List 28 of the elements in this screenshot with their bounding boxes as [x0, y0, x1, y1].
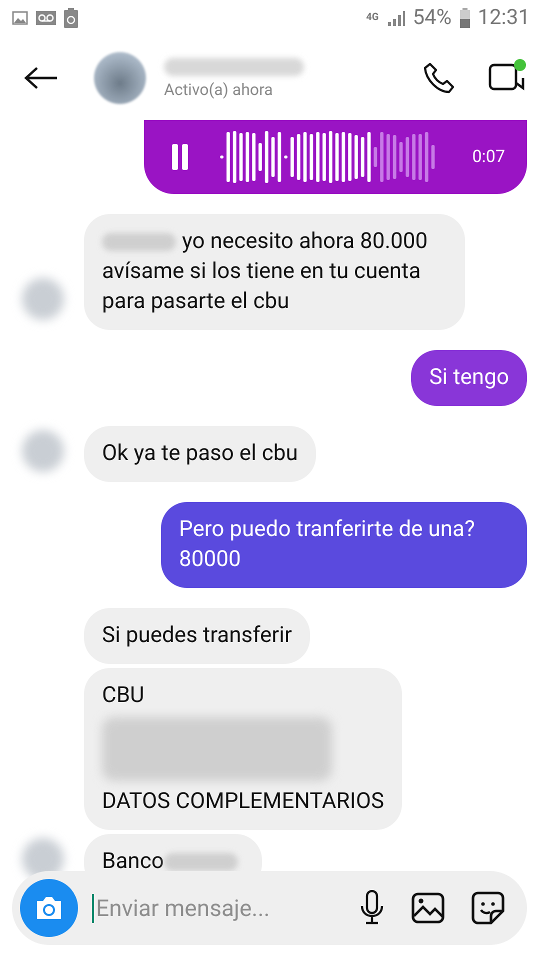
message-text: DATOS COMPLEMENTARIOS	[102, 788, 384, 816]
message-text: Si tengo	[429, 365, 509, 390]
back-arrow-icon[interactable]	[24, 66, 58, 90]
image-icon	[12, 11, 28, 25]
message-text: Si puedes transferir	[102, 623, 292, 648]
voicemail-icon	[36, 11, 56, 25]
sticker-icon[interactable]	[471, 891, 505, 925]
message-text: avísame si los tiene en tu cuenta para pasarte el cbu	[102, 258, 422, 316]
message-text: CBU	[102, 682, 146, 710]
message-input[interactable]: Enviar mensaje...	[92, 894, 333, 922]
message-text: Pero puedo tranferirte de una? 80000	[179, 517, 475, 572]
contact-avatar[interactable]	[94, 52, 146, 104]
voice-duration: 0:07	[472, 147, 505, 167]
clock-time: 12:31	[478, 6, 530, 30]
microphone-icon[interactable]	[359, 890, 385, 926]
pause-icon[interactable]	[172, 144, 188, 170]
camera-icon	[34, 895, 64, 921]
camera-button[interactable]	[20, 879, 78, 937]
message-text: Ok ya te paso el cbu	[102, 441, 298, 466]
signal-icon	[386, 10, 405, 26]
message-text: Banco	[102, 849, 164, 874]
phone-icon[interactable]	[422, 61, 456, 95]
contact-status: Activo(a) ahora	[164, 80, 274, 98]
image-icon[interactable]	[411, 892, 445, 924]
network-label: 4G	[366, 13, 379, 23]
battery-percent: 54%	[412, 6, 452, 30]
battery-icon	[460, 8, 470, 28]
message-text: yo necesito ahora 80.000	[182, 229, 428, 254]
